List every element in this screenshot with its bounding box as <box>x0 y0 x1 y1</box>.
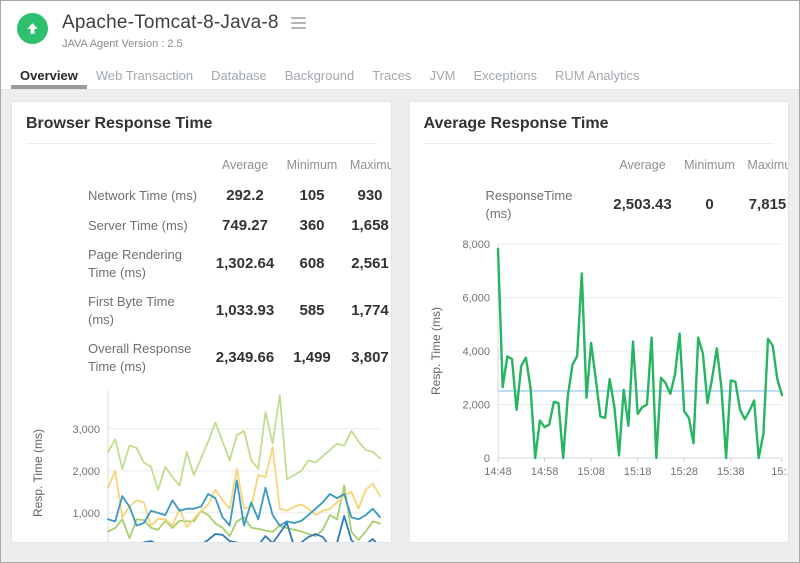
hamburger-menu-icon[interactable] <box>289 15 308 31</box>
browser-response-time-panel: Browser Response Time AverageMinimumMaxi… <box>11 101 392 543</box>
browser-chart-svg: 01,0002,0003,00015:1415:2015:2615:3215:3… <box>28 385 390 543</box>
svg-text:15:18: 15:18 <box>623 466 651 478</box>
svg-text:2,000: 2,000 <box>462 400 490 412</box>
svg-text:15:..: 15:.. <box>771 466 789 478</box>
metric-value: 1,774 <box>340 287 392 334</box>
table-row: ResponseTime (ms)2,503.4307,815 <box>434 181 790 228</box>
metric-value: 749.27 <box>206 211 284 241</box>
tab-jvm[interactable]: JVM <box>420 61 464 89</box>
table-row: Network Time (ms)292.2105930 <box>36 181 392 211</box>
metric-value: 292.2 <box>206 181 284 211</box>
column-header-minimum: Minimum <box>682 150 738 181</box>
panel-title-average: Average Response Time <box>424 115 775 133</box>
tab-bar: OverviewWeb TransactionDatabaseBackgroun… <box>1 61 799 90</box>
divider <box>424 143 775 144</box>
svg-text:Resp. Time (ms): Resp. Time (ms) <box>31 429 45 517</box>
metric-label: Overall Response Time (ms) <box>36 334 206 381</box>
table-row: Server Time (ms)749.273601,658 <box>36 211 392 241</box>
metric-value: 930 <box>340 181 392 211</box>
metric-value: 3,807 <box>340 334 392 381</box>
monitor-header: Apache-Tomcat-8-Java-8 JAVA Agent Versio… <box>1 1 799 61</box>
column-header-minimum: Minimum <box>284 150 340 181</box>
monitor-status-up-arrow-icon <box>17 13 48 44</box>
svg-text:15:28: 15:28 <box>670 466 698 478</box>
column-header-average: Average <box>206 150 284 181</box>
tab-rum-analytics[interactable]: RUM Analytics <box>546 61 649 89</box>
tab-database[interactable]: Database <box>202 61 276 89</box>
metric-value: 608 <box>284 240 340 287</box>
column-header-maximum: Maximum <box>738 150 790 181</box>
metric-value: 1,658 <box>340 211 392 241</box>
metric-label: Page Rendering Time (ms) <box>36 240 206 287</box>
metric-label: Server Time (ms) <box>36 211 206 241</box>
svg-text:3,000: 3,000 <box>72 424 100 436</box>
average-chart-svg: 0 2,000 4,000 6,000 8,000 14:48 14:58 15:08 15:1… <box>426 232 790 490</box>
metric-value: 2,503.43 <box>604 181 682 228</box>
panel-title-browser: Browser Response Time <box>26 115 377 133</box>
svg-text:15:38: 15:38 <box>717 466 745 478</box>
page-title: Apache-Tomcat-8-Java-8 <box>62 12 279 34</box>
table-row: Page Rendering Time (ms)1,302.646082,561 <box>36 240 392 287</box>
metric-value: 360 <box>284 211 340 241</box>
svg-text:1,000: 1,000 <box>72 508 100 520</box>
tab-exceptions[interactable]: Exceptions <box>464 61 546 89</box>
browser-stats-table: AverageMinimumMaximumNetwork Time (ms)29… <box>36 150 392 381</box>
svg-text:2,000: 2,000 <box>72 466 100 478</box>
svg-text:15:08: 15:08 <box>577 466 605 478</box>
svg-text:0: 0 <box>483 453 489 465</box>
svg-text:8,000: 8,000 <box>462 239 490 251</box>
metric-value: 7,815 <box>738 181 790 228</box>
svg-text:14:48: 14:48 <box>484 466 512 478</box>
metric-value: 585 <box>284 287 340 334</box>
table-row: First Byte Time (ms)1,033.935851,774 <box>36 287 392 334</box>
metric-value: 2,349.66 <box>206 334 284 381</box>
metric-value: 105 <box>284 181 340 211</box>
table-row: Overall Response Time (ms)2,349.661,4993… <box>36 334 392 381</box>
metric-value: 1,302.64 <box>206 240 284 287</box>
browser-response-chart[interactable]: 01,0002,0003,00015:1415:2015:2615:3215:3… <box>28 385 391 543</box>
metric-value: 2,561 <box>340 240 392 287</box>
up-arrow-glyph <box>25 21 40 36</box>
svg-text:4,000: 4,000 <box>462 346 490 358</box>
main-content: Browser Response Time AverageMinimumMaxi… <box>1 90 799 562</box>
svg-text:6,000: 6,000 <box>462 293 490 305</box>
svg-text:14:58: 14:58 <box>530 466 558 478</box>
metric-label: Network Time (ms) <box>36 181 206 211</box>
svg-text:Resp. Time (ms): Resp. Time (ms) <box>429 307 443 395</box>
average-stats-table: AverageMinimumMaximumResponseTime (ms)2,… <box>434 150 790 228</box>
average-response-time-panel: Average Response Time AverageMinimumMaxi… <box>409 101 790 543</box>
average-response-chart[interactable]: 0 2,000 4,000 6,000 8,000 14:48 14:58 15:08 15:1… <box>426 232 789 495</box>
metric-value: 1,499 <box>284 334 340 381</box>
metric-label: ResponseTime (ms) <box>434 181 604 228</box>
tab-overview[interactable]: Overview <box>11 61 87 89</box>
divider <box>26 143 377 144</box>
column-header-maximum: Maximum <box>340 150 392 181</box>
app-window: Apache-Tomcat-8-Java-8 JAVA Agent Versio… <box>0 0 800 563</box>
metric-value: 1,033.93 <box>206 287 284 334</box>
tab-background[interactable]: Background <box>276 61 363 89</box>
agent-version-label: JAVA Agent Version : 2.5 <box>62 38 308 50</box>
metric-value: 0 <box>682 181 738 228</box>
tab-traces[interactable]: Traces <box>363 61 420 89</box>
tab-web-transaction[interactable]: Web Transaction <box>87 61 202 89</box>
column-header-average: Average <box>604 150 682 181</box>
metric-label: First Byte Time (ms) <box>36 287 206 334</box>
